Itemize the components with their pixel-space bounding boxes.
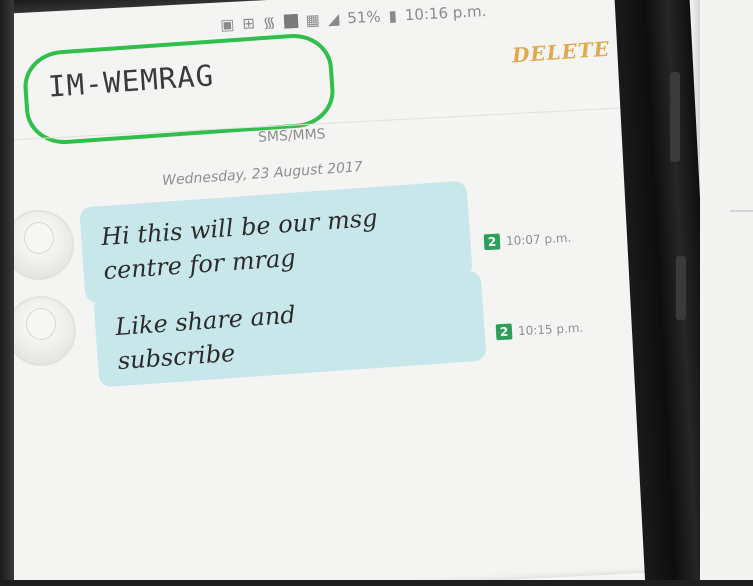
sim-badge-icon: 2 bbox=[495, 323, 513, 341]
phone-bottom-edge bbox=[0, 580, 753, 586]
image-icon: ▦ bbox=[305, 10, 321, 30]
message-time: 10:07 p.m. bbox=[505, 230, 572, 249]
power-button[interactable] bbox=[676, 256, 686, 320]
status-time: 10:16 p.m. bbox=[404, 2, 487, 25]
signal-icon: ◢ bbox=[327, 9, 340, 29]
contact-avatar[interactable] bbox=[4, 210, 74, 280]
sim-badge-icon: 2 bbox=[483, 233, 501, 251]
message-time: 10:15 p.m. bbox=[517, 320, 584, 339]
battery-saver-icon bbox=[283, 13, 298, 29]
volume-button[interactable] bbox=[670, 72, 680, 162]
background-surface bbox=[700, 0, 753, 586]
battery-icon: ▮ bbox=[388, 6, 398, 26]
battery-percent: 51% bbox=[346, 7, 382, 28]
contact-avatar[interactable] bbox=[6, 296, 76, 366]
background-line bbox=[730, 210, 753, 212]
photo-stage: ▣ ⊞ ᯾ ▦ ◢ 51% ▮ 10:16 p.m. ‹ IM-WEMRAG D… bbox=[0, 0, 753, 586]
phone-left-bezel bbox=[0, 0, 14, 586]
nfc-icon: ▣ bbox=[219, 15, 235, 34]
wifi-icon: ᯾ bbox=[262, 13, 277, 32]
volte-icon: ⊞ bbox=[241, 14, 256, 33]
